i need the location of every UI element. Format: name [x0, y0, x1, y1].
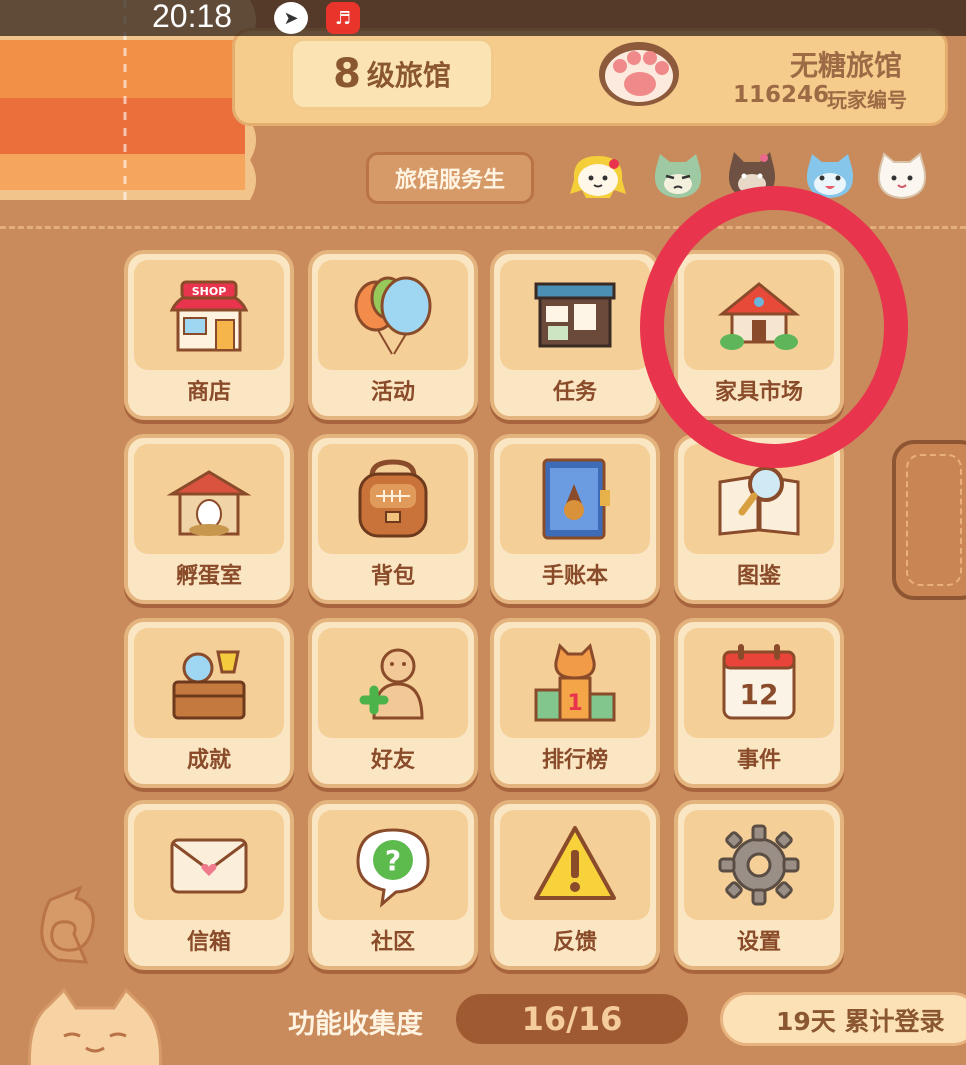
calendar-icon: 12 [722, 644, 796, 720]
menu-label: 反馈 [552, 930, 597, 955]
status-bar: 20:18 ➤ ♬ [0, 0, 966, 36]
menu-label: 排行榜 [541, 748, 608, 773]
inn-staff-button[interactable]: 旅馆服务生 [366, 152, 534, 204]
shop-icon: SHOP [169, 280, 249, 352]
menu-label: 成就 [186, 748, 231, 773]
menu-leaderboard-button[interactable]: 1 排行榜 [490, 618, 660, 788]
staff-cat-green-icon[interactable] [650, 150, 706, 202]
journal-icon [542, 458, 610, 540]
app-notification-icon: ➤ [274, 2, 308, 34]
svg-text:SHOP: SHOP [192, 285, 227, 298]
menu-backpack-button[interactable]: 背包 [308, 434, 478, 604]
calendar-day-number: 12 [740, 678, 779, 711]
menu-achievements-button[interactable]: 成就 [124, 618, 294, 788]
login-days-text: 19天 累计登录 [776, 1007, 945, 1036]
leaderboard-icon: 1 [534, 643, 616, 722]
menu-shop-button[interactable]: SHOP 商店 [124, 250, 294, 420]
inn-name: 无糖旅馆 [790, 49, 903, 82]
staff-cat-white-icon[interactable] [874, 150, 930, 202]
mail-icon [170, 838, 248, 894]
menu-community-button[interactable]: ? 社区 [308, 800, 478, 970]
menu-label: 设置 [736, 930, 781, 955]
menu-label: 手账本 [541, 564, 608, 589]
inn-level-text: 级旅馆 [366, 59, 451, 92]
sleeping-cat-icon [27, 987, 163, 1065]
menu-journal-button[interactable]: 手账本 [490, 434, 660, 604]
menu-tasks-button[interactable]: 任务 [490, 250, 660, 420]
menu-feedback-button[interactable]: 反馈 [490, 800, 660, 970]
backpack-icon [358, 459, 428, 538]
player-id: 116246 [733, 82, 830, 108]
menu-label: 活动 [370, 380, 415, 405]
balloons-icon [354, 276, 432, 355]
task-board-icon [534, 282, 616, 348]
inn-level-number: 8 [333, 51, 361, 97]
menu-label: 商店 [186, 380, 231, 405]
menu-settings-button[interactable]: 设置 [674, 800, 844, 970]
collection-progress-value: 16/16 [456, 994, 688, 1044]
menu-label: 任务 [552, 380, 597, 405]
collection-label: 功能收集度 [288, 1009, 423, 1040]
svg-text:?: ? [385, 844, 401, 877]
menu-label: 孵蛋室 [175, 564, 242, 589]
paw-avatar-icon[interactable] [594, 30, 684, 110]
music-app-notification-icon: ♬ [326, 2, 360, 34]
player-id-label: 玩家编号 [827, 88, 907, 112]
inn-level-badge: 8 级旅馆 [290, 38, 494, 110]
side-drawer-handle[interactable] [892, 440, 966, 600]
swirl-decoration-icon [40, 885, 95, 964]
status-time: 20:18 [152, 0, 233, 34]
staff-cat-yellow-icon[interactable] [570, 150, 626, 202]
encyclopedia-icon [718, 466, 800, 536]
trophy-chest-icon [172, 650, 246, 720]
menu-label: 背包 [370, 564, 415, 589]
menu-label: 事件 [736, 748, 781, 773]
menu-label: 好友 [370, 748, 415, 773]
leaderboard-rank-digit: 1 [567, 691, 582, 716]
game-menu-screen: 20:18 ➤ ♬ 8 级旅馆 无糖旅馆 116246 玩家编号 旅馆服务生 S… [0, 0, 966, 1065]
community-question-icon: ? [356, 828, 430, 908]
warning-icon [534, 826, 616, 900]
menu-label: 社区 [370, 930, 415, 955]
menu-events-button[interactable]: 活动 [308, 250, 478, 420]
menu-label: 图鉴 [736, 564, 781, 589]
gear-icon [718, 824, 800, 906]
menu-hatchery-button[interactable]: 孵蛋室 [124, 434, 294, 604]
menu-calendar-events-button[interactable]: 12 事件 [674, 618, 844, 788]
highlight-circle [640, 186, 908, 468]
menu-mailbox-button[interactable]: 信箱 [124, 800, 294, 970]
hatchery-icon [166, 470, 252, 536]
menu-friends-button[interactable]: 好友 [308, 618, 478, 788]
menu-label: 信箱 [186, 930, 231, 955]
add-friend-icon [359, 648, 424, 720]
